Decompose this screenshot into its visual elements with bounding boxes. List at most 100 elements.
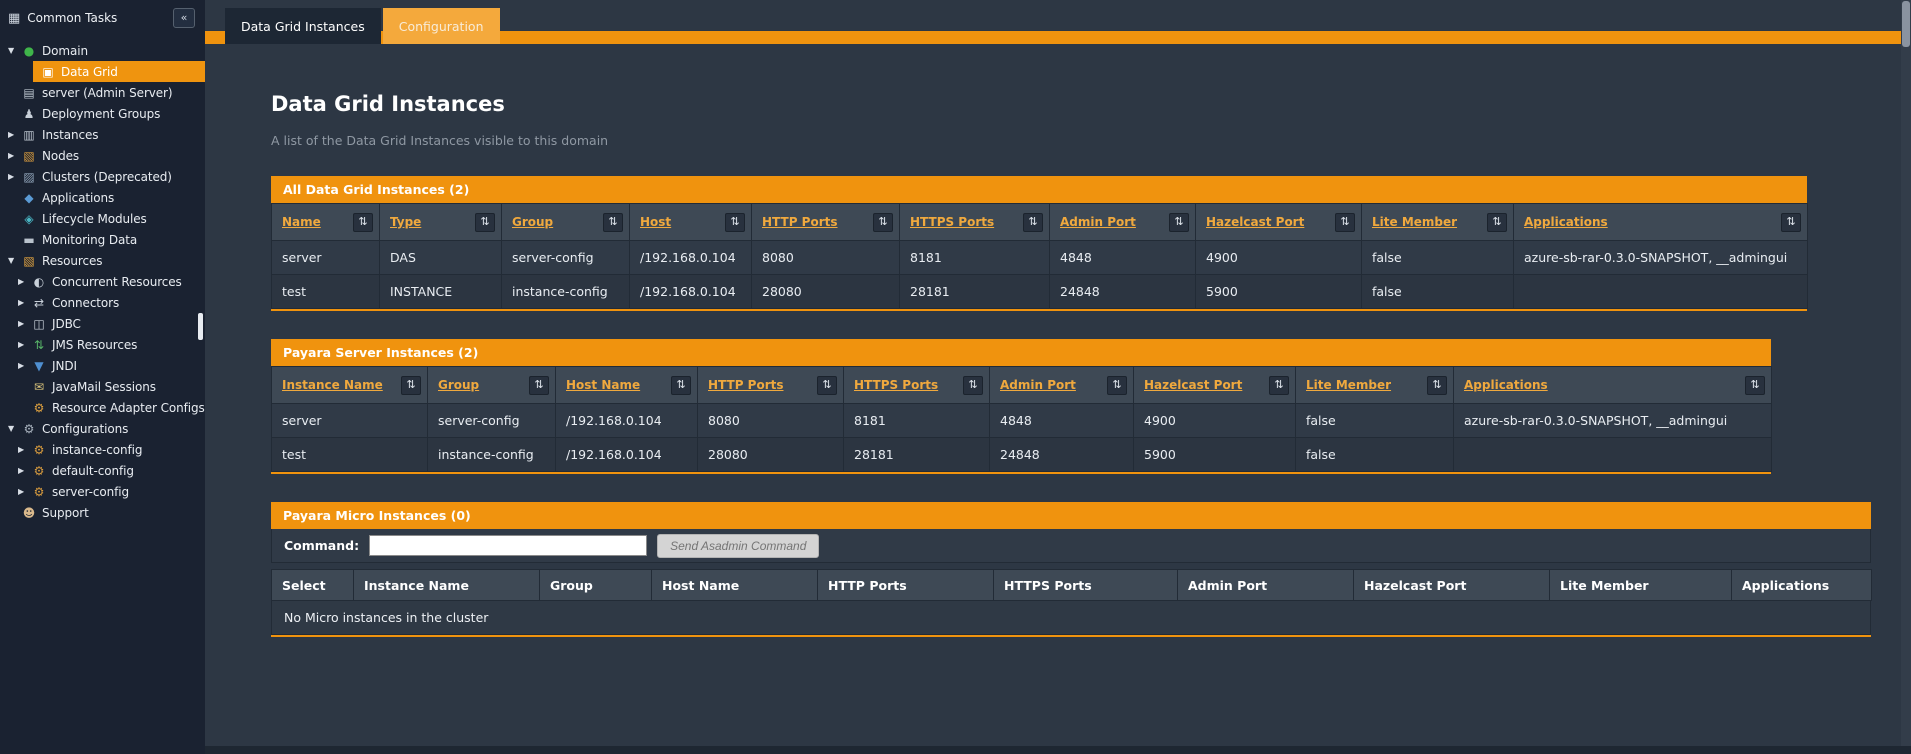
sidebar-item-deployment-groups[interactable]: ♟Deployment Groups: [0, 103, 205, 124]
sort-button[interactable]: ⇅: [1107, 376, 1127, 395]
sort-button[interactable]: ⇅: [353, 213, 373, 232]
column-sort-link[interactable]: HTTPS Ports: [910, 215, 994, 229]
sort-button[interactable]: ⇅: [1023, 213, 1043, 232]
column-sort-link[interactable]: Name: [282, 215, 321, 229]
sort-button[interactable]: ⇅: [671, 376, 691, 395]
column-header-instance-name: Instance Name: [354, 570, 540, 601]
sidebar-item-concurrent-resources[interactable]: ▶◐Concurrent Resources: [0, 271, 205, 292]
sort-button[interactable]: ⇅: [475, 213, 495, 232]
column-sort-link[interactable]: HTTP Ports: [708, 378, 784, 392]
sidebar-item-javamail-sessions[interactable]: ✉JavaMail Sessions: [0, 376, 205, 397]
column-sort-link[interactable]: HTTP Ports: [762, 215, 838, 229]
column-sort-link[interactable]: Hazelcast Port: [1206, 215, 1304, 229]
sort-button[interactable]: ⇅: [817, 376, 837, 395]
sidebar-item-jndi[interactable]: ▶▼JNDI: [0, 355, 205, 376]
sidebar-item-jms-resources[interactable]: ▶⇅JMS Resources: [0, 334, 205, 355]
sidebar-item-instances[interactable]: ▶▥Instances: [0, 124, 205, 145]
page-subtitle: A list of the Data Grid Instances visibl…: [271, 133, 1911, 148]
chevron-right-icon[interactable]: ▶: [18, 466, 31, 475]
sidebar-item-jdbc[interactable]: ▶◫JDBC: [0, 313, 205, 334]
sort-button[interactable]: ⇅: [529, 376, 549, 395]
chevron-down-icon[interactable]: ▼: [8, 424, 21, 433]
sort-button[interactable]: ⇅: [1781, 213, 1801, 232]
column-sort-link[interactable]: Instance Name: [282, 378, 383, 392]
column-header-applications: Applications ⇅: [1514, 204, 1808, 241]
column-header-https-ports: HTTPS Ports: [994, 570, 1178, 601]
sidebar-item-data-grid[interactable]: ▣Data Grid: [33, 61, 205, 82]
chevron-right-icon[interactable]: ▶: [18, 340, 31, 349]
sidebar-item-server-config[interactable]: ▶⚙server-config: [0, 481, 205, 502]
sidebar-item-configurations[interactable]: ▼⚙Configurations: [0, 418, 205, 439]
micro-empty-message: No Micro instances in the cluster: [271, 601, 1871, 635]
sidebar-item-monitoring-data[interactable]: ▬Monitoring Data: [0, 229, 205, 250]
sort-button[interactable]: ⇅: [1335, 213, 1355, 232]
chevron-right-icon[interactable]: ▶: [18, 361, 31, 370]
sidebar-item-server-admin-server[interactable]: ▤server (Admin Server): [0, 82, 205, 103]
table-cell: 28181: [844, 438, 990, 472]
column-header-admin-port: Admin Port ⇅: [1050, 204, 1196, 241]
sort-button[interactable]: ⇅: [1269, 376, 1289, 395]
column-sort-link[interactable]: Type: [390, 215, 421, 229]
sort-button[interactable]: ⇅: [401, 376, 421, 395]
column-sort-link[interactable]: Hazelcast Port: [1144, 378, 1242, 392]
sort-button[interactable]: ⇅: [873, 213, 893, 232]
main-scrollbar-track[interactable]: [1901, 0, 1911, 754]
chevron-down-icon[interactable]: ▼: [8, 46, 21, 55]
table-cell: server-config: [502, 241, 630, 275]
column-header-http-ports: HTTP Ports ⇅: [698, 367, 844, 404]
sidebar-item-resources[interactable]: ▼▧Resources: [0, 250, 205, 271]
sidebar-item-applications[interactable]: ◆Applications: [0, 187, 205, 208]
chevron-right-icon[interactable]: ▶: [8, 151, 21, 160]
send-asadmin-command-button[interactable]: Send Asadmin Command: [657, 534, 819, 558]
chevron-down-icon[interactable]: ▼: [8, 256, 21, 265]
command-input[interactable]: [369, 535, 647, 556]
column-header-hazelcast-port: Hazelcast Port ⇅: [1134, 367, 1296, 404]
table-cell: 4900: [1134, 404, 1296, 438]
chevron-right-icon[interactable]: ▶: [18, 487, 31, 496]
sort-button[interactable]: ⇅: [603, 213, 623, 232]
sidebar-scrollbar-thumb[interactable]: [198, 313, 203, 340]
tab-data-grid-instances[interactable]: Data Grid Instances: [225, 8, 381, 44]
column-sort-link[interactable]: Lite Member: [1306, 378, 1391, 392]
server-instances-table-title: Payara Server Instances (2): [271, 339, 1771, 366]
sidebar-item-domain[interactable]: ▼●Domain: [0, 40, 205, 61]
chevron-right-icon[interactable]: ▶: [18, 277, 31, 286]
sort-button[interactable]: ⇅: [1745, 376, 1765, 395]
sidebar-item-instance-config[interactable]: ▶⚙instance-config: [0, 439, 205, 460]
sort-button[interactable]: ⇅: [725, 213, 745, 232]
column-sort-link[interactable]: Lite Member: [1372, 215, 1457, 229]
sidebar-item-connectors[interactable]: ▶⇄Connectors: [0, 292, 205, 313]
main-scrollbar-thumb[interactable]: [1902, 1, 1910, 47]
column-sort-link[interactable]: Applications: [1524, 215, 1608, 229]
table-row: testINSTANCEinstance-config/192.168.0.10…: [272, 275, 1808, 309]
sort-button[interactable]: ⇅: [963, 376, 983, 395]
sidebar-item-default-config[interactable]: ▶⚙default-config: [0, 460, 205, 481]
chevron-right-icon[interactable]: ▶: [18, 319, 31, 328]
chevron-right-icon[interactable]: ▶: [8, 130, 21, 139]
sidebar-item-label: Lifecycle Modules: [42, 212, 147, 226]
column-sort-link[interactable]: Host Name: [566, 378, 640, 392]
column-sort-link[interactable]: Admin Port: [1060, 215, 1136, 229]
chevron-right-icon[interactable]: ▶: [18, 298, 31, 307]
sidebar-item-support[interactable]: ☻Support: [0, 502, 205, 523]
sidebar-collapse-button[interactable]: «: [173, 8, 195, 28]
sort-button[interactable]: ⇅: [1169, 213, 1189, 232]
column-sort-link[interactable]: Applications: [1464, 378, 1548, 392]
column-sort-link[interactable]: Admin Port: [1000, 378, 1076, 392]
tab-configuration[interactable]: Configuration: [383, 8, 500, 44]
column-sort-link[interactable]: HTTPS Ports: [854, 378, 938, 392]
sidebar-item-clusters-deprecated[interactable]: ▶▨Clusters (Deprecated): [0, 166, 205, 187]
sidebar-item-nodes[interactable]: ▶▧Nodes: [0, 145, 205, 166]
chevron-right-icon[interactable]: ▶: [18, 445, 31, 454]
column-sort-link[interactable]: Group: [512, 215, 553, 229]
chevron-right-icon[interactable]: ▶: [8, 172, 21, 181]
sidebar-item-resource-adapter-configs[interactable]: ⚙Resource Adapter Configs: [0, 397, 205, 418]
column-header-applications: Applications ⇅: [1454, 367, 1772, 404]
sort-button[interactable]: ⇅: [1427, 376, 1447, 395]
column-sort-link[interactable]: Group: [438, 378, 479, 392]
sidebar-item-lifecycle-modules[interactable]: ◈Lifecycle Modules: [0, 208, 205, 229]
sidebar-item-label: Concurrent Resources: [52, 275, 182, 289]
table-row: testinstance-config/192.168.0.1042808028…: [272, 438, 1772, 472]
sort-button[interactable]: ⇅: [1487, 213, 1507, 232]
column-sort-link[interactable]: Host: [640, 215, 671, 229]
